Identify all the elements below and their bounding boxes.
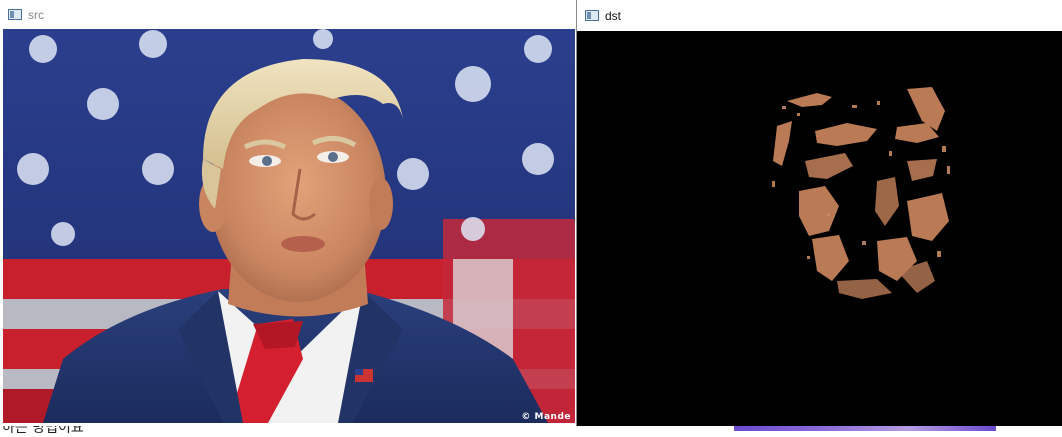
src-photo-illustration: © Mande — [3, 29, 575, 423]
src-image: © Mande — [3, 29, 575, 423]
dst-skin-mask — [772, 87, 950, 299]
src-window[interactable]: src © Mande — [0, 0, 578, 426]
src-window-title: src — [28, 7, 44, 22]
dst-window-title: dst — [605, 8, 622, 23]
photo-credit: © Mande — [521, 412, 571, 422]
dst-image — [577, 31, 1062, 426]
window-app-icon — [585, 10, 599, 21]
dst-titlebar[interactable]: dst — [577, 0, 1062, 31]
background-strip — [734, 426, 996, 431]
dst-window[interactable]: dst — [576, 0, 1062, 426]
src-titlebar[interactable]: src — [0, 0, 578, 29]
window-app-icon — [8, 9, 22, 20]
